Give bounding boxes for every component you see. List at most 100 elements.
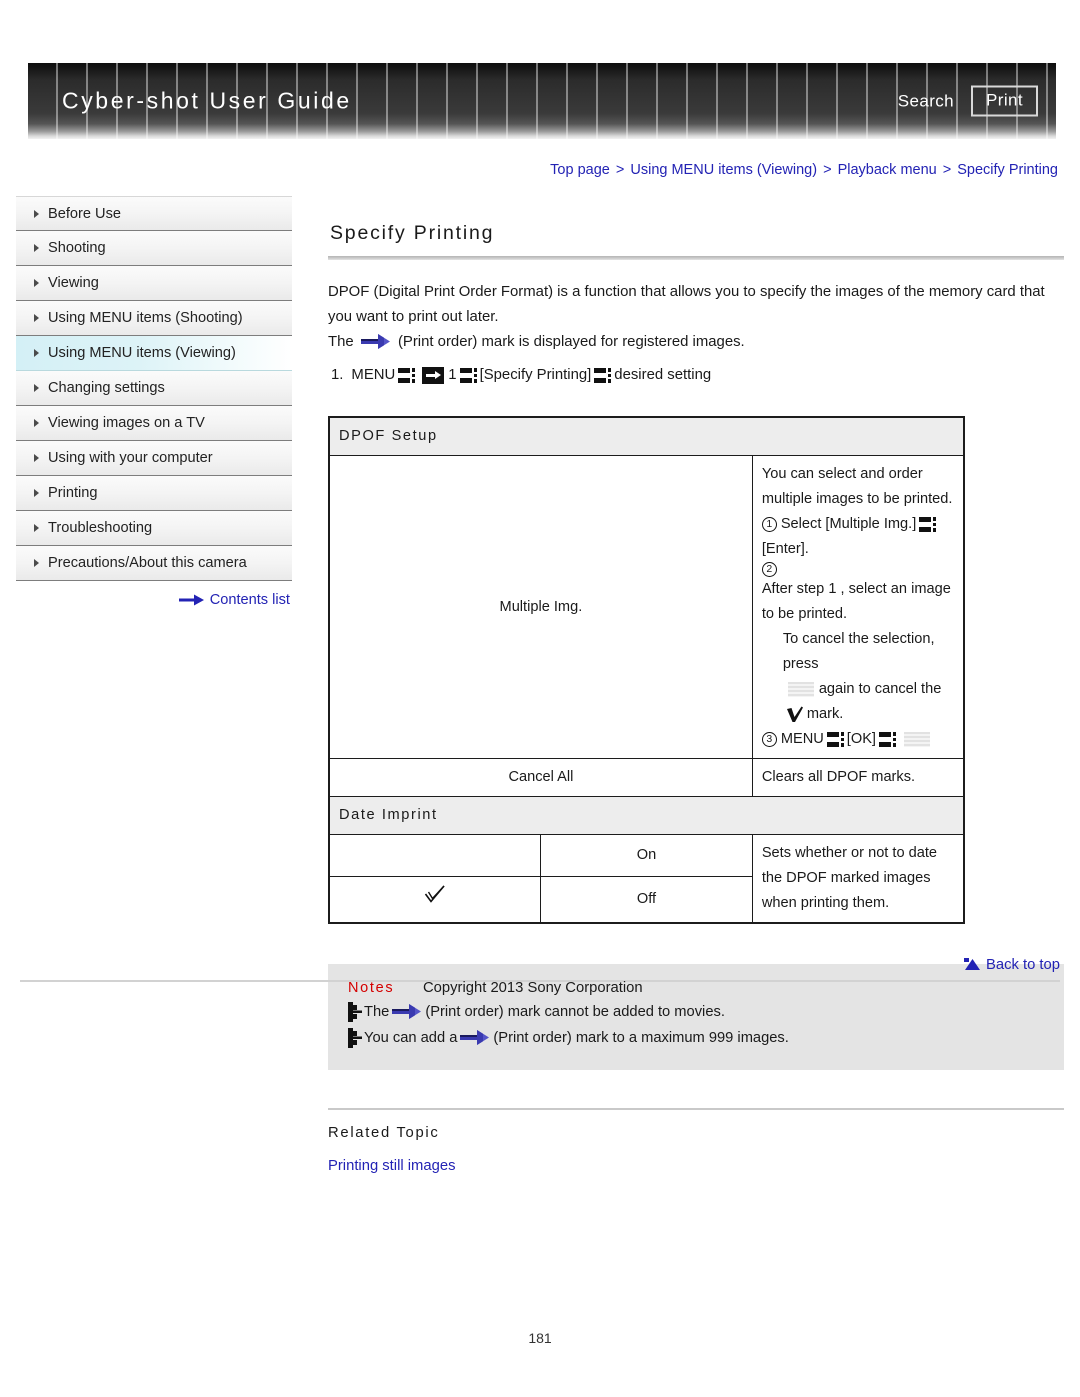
- header-actions: Search Print: [898, 85, 1038, 117]
- date-imprint-description: Sets whether or not to date the DPOF mar…: [751, 834, 965, 924]
- sidebar-navigation: Before Use Shooting Viewing Using MENU i…: [16, 196, 292, 581]
- chevron-right-icon: [34, 279, 39, 287]
- page-title: Specify Printing: [330, 222, 495, 244]
- breadcrumb-separator: >: [942, 162, 952, 178]
- navigation-button-icon: [459, 368, 477, 383]
- step-2-sub-text-after: mark.: [806, 706, 844, 722]
- back-to-top-link[interactable]: Back to top: [963, 957, 1060, 973]
- sidebar-item-using-with-your-computer[interactable]: Using with your computer: [16, 441, 292, 476]
- dpof-settings-table: DPOF Setup Multiple Img. You can select …: [328, 416, 965, 924]
- missing-image-placeholder-icon: [787, 682, 814, 697]
- sidebar-item-changing-settings[interactable]: Changing settings: [16, 371, 292, 406]
- multiple-img-intro: You can select and order multiple images…: [761, 466, 953, 507]
- sidebar-item-using-menu-items-viewing[interactable]: Using MENU items (Viewing): [16, 336, 292, 371]
- circled-number-1-icon: 1: [761, 517, 777, 532]
- related-topic-divider: [328, 1108, 1064, 1110]
- multiple-img-step-2: 2 After step 1 , select an image to be p…: [761, 562, 954, 627]
- sidebar-item-label: Changing settings: [48, 380, 165, 396]
- multiple-img-step-1: 1 Select [Multiple Img.] [Enter].: [761, 512, 954, 562]
- breadcrumb-separator: >: [823, 162, 832, 178]
- sidebar-item-label: Using MENU items (Viewing): [48, 345, 236, 361]
- dpof-setup-section-header: DPOF Setup: [328, 416, 965, 456]
- default-setting-checkmark-icon: [424, 885, 445, 903]
- sidebar-item-label: Printing: [48, 485, 98, 501]
- chevron-right-icon: [34, 419, 39, 427]
- table-row-date-imprint-on: On Sets whether or not to date the DPOF …: [328, 834, 965, 924]
- sidebar-item-label: Precautions/About this camera: [48, 555, 247, 571]
- back-to-top-icon: [963, 958, 980, 970]
- cancel-all-label: Cancel All: [328, 758, 753, 797]
- chevron-right-icon: [34, 454, 39, 462]
- chevron-right-icon: [34, 209, 39, 218]
- date-imprint-off-checkmark-cell: [328, 875, 542, 924]
- sidebar-item-viewing-images-on-a-tv[interactable]: Viewing images on a TV: [16, 406, 292, 441]
- table-row-multiple-img: Multiple Img. You can select and order m…: [328, 455, 965, 759]
- step-2-sub-text-middle: again to cancel the: [818, 681, 942, 697]
- note-1-text-after: (Print order) mark cannot be added to mo…: [425, 1004, 725, 1020]
- multiple-img-step-2-sub: To cancel the selection, press again to …: [762, 627, 954, 727]
- site-title: Cyber-shot User Guide: [62, 87, 352, 114]
- print-button[interactable]: Print: [971, 85, 1038, 117]
- copyright-text: Copyright 2013 Sony Corporation: [423, 980, 643, 996]
- sidebar-item-label: Troubleshooting: [48, 520, 153, 536]
- sidebar-item-label: Using MENU items (Shooting): [48, 310, 243, 326]
- main-content: Specify Printing DPOF (Digital Print Ord…: [328, 222, 1064, 1174]
- sidebar-item-shooting[interactable]: Shooting: [16, 231, 292, 266]
- missing-image-placeholder-icon: [904, 732, 930, 747]
- step-1-text-after: [Enter].: [761, 541, 809, 557]
- date-imprint-on-checkmark-cell: [328, 834, 542, 877]
- breadcrumb-item-top-page[interactable]: Top page: [550, 162, 610, 178]
- step-2-sub-text-before: To cancel the selection, press: [782, 631, 935, 672]
- sidebar-item-using-menu-items-shooting[interactable]: Using MENU items (Shooting): [16, 301, 292, 336]
- sidebar-item-viewing[interactable]: Viewing: [16, 266, 292, 301]
- step-instruction-line: 1. MENU 1 [Specify Printing] desired set…: [328, 363, 1064, 388]
- step-1-text-before: Select [Multiple Img.]: [780, 516, 917, 532]
- sidebar-item-label: Using with your computer: [48, 450, 213, 466]
- title-divider: [328, 256, 1064, 260]
- breadcrumb-item-using-menu-items-viewing[interactable]: Using MENU items (Viewing): [630, 162, 817, 178]
- related-topic-link[interactable]: Printing still images: [328, 1158, 1064, 1174]
- contents-list-link[interactable]: Contents list: [16, 592, 292, 608]
- sidebar-item-label: Shooting: [48, 240, 106, 256]
- breadcrumb-item-playback-menu[interactable]: Playback menu: [838, 162, 937, 178]
- table-row-section-dpof-setup: DPOF Setup: [328, 416, 965, 456]
- site-header-banner: Cyber-shot User Guide Search Print: [28, 63, 1056, 139]
- page-number: 181: [528, 1330, 552, 1346]
- back-to-top-label: Back to top: [985, 957, 1060, 973]
- sidebar-item-precautions-about-this-camera[interactable]: Precautions/About this camera: [16, 546, 292, 581]
- sidebar-item-troubleshooting[interactable]: Troubleshooting: [16, 511, 292, 546]
- step-tail: desired setting: [614, 367, 712, 383]
- sidebar-item-label: Viewing: [48, 275, 99, 291]
- sidebar-item-before-use[interactable]: Before Use: [16, 196, 292, 231]
- step-value: 1: [448, 367, 457, 383]
- chevron-right-icon: [34, 349, 39, 357]
- navigation-button-icon: [398, 368, 416, 383]
- breadcrumb-item-specify-printing[interactable]: Specify Printing: [957, 162, 1058, 178]
- chevron-right-icon: [34, 314, 39, 322]
- note-bullet-icon: [348, 1028, 362, 1048]
- arrow-right-black-icon: [422, 367, 445, 384]
- chevron-right-icon: [34, 559, 39, 567]
- note-item: You can add a (Print order) mark to a ma…: [348, 1025, 1046, 1051]
- chevron-right-icon: [34, 244, 39, 252]
- print-order-mark-icon: [392, 1004, 422, 1019]
- breadcrumb: Top page > Using MENU items (Viewing) > …: [550, 162, 1058, 178]
- step-menu-label: MENU: [351, 367, 396, 383]
- date-imprint-section-header: Date Imprint: [328, 796, 965, 835]
- note-2-text-after: (Print order) mark to a maximum 999 imag…: [493, 1030, 789, 1046]
- contents-list-label: Contents list: [209, 592, 290, 608]
- circled-number-3-icon: 3: [761, 732, 777, 747]
- multiple-img-step-3: 3 MENU [OK]: [761, 727, 954, 752]
- sidebar-item-printing[interactable]: Printing: [16, 476, 292, 511]
- search-button[interactable]: Search: [898, 91, 954, 111]
- arrow-right-icon: [178, 594, 204, 606]
- step-bracket-1: [Specify Printing]: [479, 367, 592, 383]
- note-1-text-before: The: [364, 1004, 390, 1020]
- chevron-right-icon: [34, 489, 39, 497]
- step-3-ok-label: [OK]: [846, 731, 876, 747]
- date-imprint-on-label: On: [540, 834, 753, 877]
- step-2-text: After step 1 , select an image to be pri…: [761, 581, 951, 622]
- checkmark-icon: [786, 706, 803, 722]
- print-order-text-after: (Print order) mark is displayed for regi…: [397, 334, 745, 350]
- multiple-img-description: You can select and order multiple images…: [751, 455, 965, 759]
